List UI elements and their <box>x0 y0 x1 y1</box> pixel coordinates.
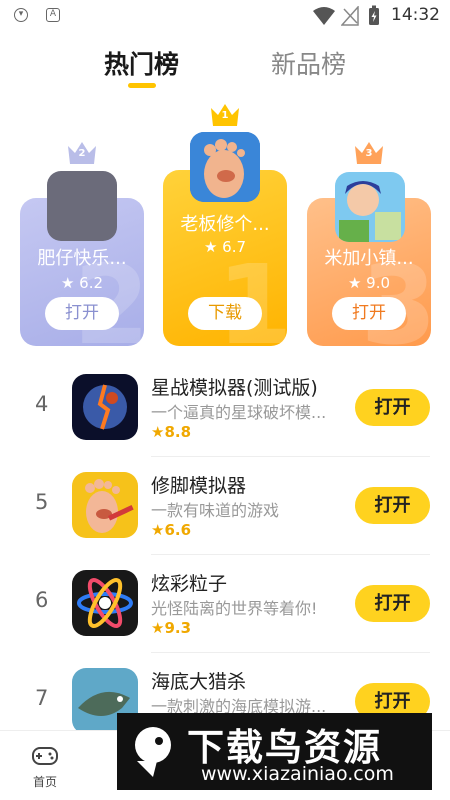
rank-number: 7 <box>35 686 49 710</box>
open-button[interactable]: 打开 <box>45 297 119 330</box>
planet-icon <box>72 374 138 440</box>
crown-rank-3-icon: 3 <box>353 140 385 170</box>
bird-logo-icon <box>135 727 171 777</box>
open-button[interactable]: 打开 <box>355 389 430 426</box>
rank-number: 6 <box>35 588 49 612</box>
particle-icon <box>72 570 138 636</box>
app-rating: ★ 6.2 <box>60 274 104 292</box>
tab-hot[interactable]: 热门榜 <box>104 45 179 81</box>
foot-game-icon[interactable] <box>190 132 260 202</box>
watermark-url: www.xiazainiao.com <box>201 763 394 785</box>
open-button[interactable]: 打开 <box>355 585 430 622</box>
app-description: 一款有味道的游戏 <box>151 501 280 520</box>
app-placeholder-icon[interactable] <box>47 171 117 241</box>
gamepad-icon <box>32 747 58 765</box>
app-rating: ★6.6 <box>151 521 192 539</box>
crown-rank-1-icon: 1 <box>209 102 241 132</box>
watermark-banner: 下载鸟资源 www.xiazainiao.com <box>117 713 432 790</box>
app-title: 海底大猎杀 <box>151 671 247 693</box>
wifi-icon <box>313 7 335 25</box>
app-a-icon: A <box>46 8 60 22</box>
status-bar: ▾ A 14:32 <box>0 0 450 32</box>
status-time: 14:32 <box>391 5 440 25</box>
nav-home-label: 首页 <box>32 775 57 789</box>
open-button[interactable]: 打开 <box>355 487 430 524</box>
list-item[interactable]: 6 炫彩粒子 光怪陆离的世界等着你! ★9.3 打开 <box>0 555 450 653</box>
town-game-icon[interactable] <box>335 172 405 242</box>
tab-active-indicator <box>128 83 156 88</box>
rank-number: 5 <box>35 490 49 514</box>
app-rating: ★8.8 <box>151 423 192 441</box>
crown-rank-2-icon: 2 <box>66 140 98 170</box>
app-name: 肥仔快乐... <box>37 248 127 269</box>
app-rating: ★9.3 <box>151 619 192 637</box>
shield-icon: ▾ <box>14 8 28 22</box>
app-description: 一个逼真的星球破坏模... <box>151 403 327 422</box>
app-name: 老板修个... <box>180 214 270 235</box>
rank-number: 4 <box>35 392 49 416</box>
app-rating: ★ 9.0 <box>347 274 391 292</box>
foot-icon <box>72 472 138 538</box>
download-button[interactable]: 下载 <box>188 297 262 330</box>
app-name: 米加小镇... <box>324 248 414 269</box>
app-title: 炫彩粒子 <box>151 573 228 595</box>
app-title: 星战模拟器(测试版) <box>151 377 318 399</box>
list-item[interactable]: 4 星战模拟器(测试版) 一个逼真的星球破坏模... ★8.8 打开 <box>0 359 450 457</box>
app-title: 修脚模拟器 <box>151 475 247 497</box>
tab-new[interactable]: 新品榜 <box>271 45 346 81</box>
ranking-tabs: 热门榜 新品榜 <box>0 45 450 90</box>
nav-home[interactable]: 首页 <box>22 745 68 790</box>
list-item[interactable]: 5 修脚模拟器 一款有味道的游戏 ★6.6 打开 <box>0 457 450 555</box>
battery-icon <box>369 5 379 25</box>
signal-icon <box>341 6 359 26</box>
open-button[interactable]: 打开 <box>332 297 406 330</box>
app-rating: ★ 6.7 <box>203 238 247 256</box>
app-description: 光怪陆离的世界等着你! <box>151 599 318 618</box>
